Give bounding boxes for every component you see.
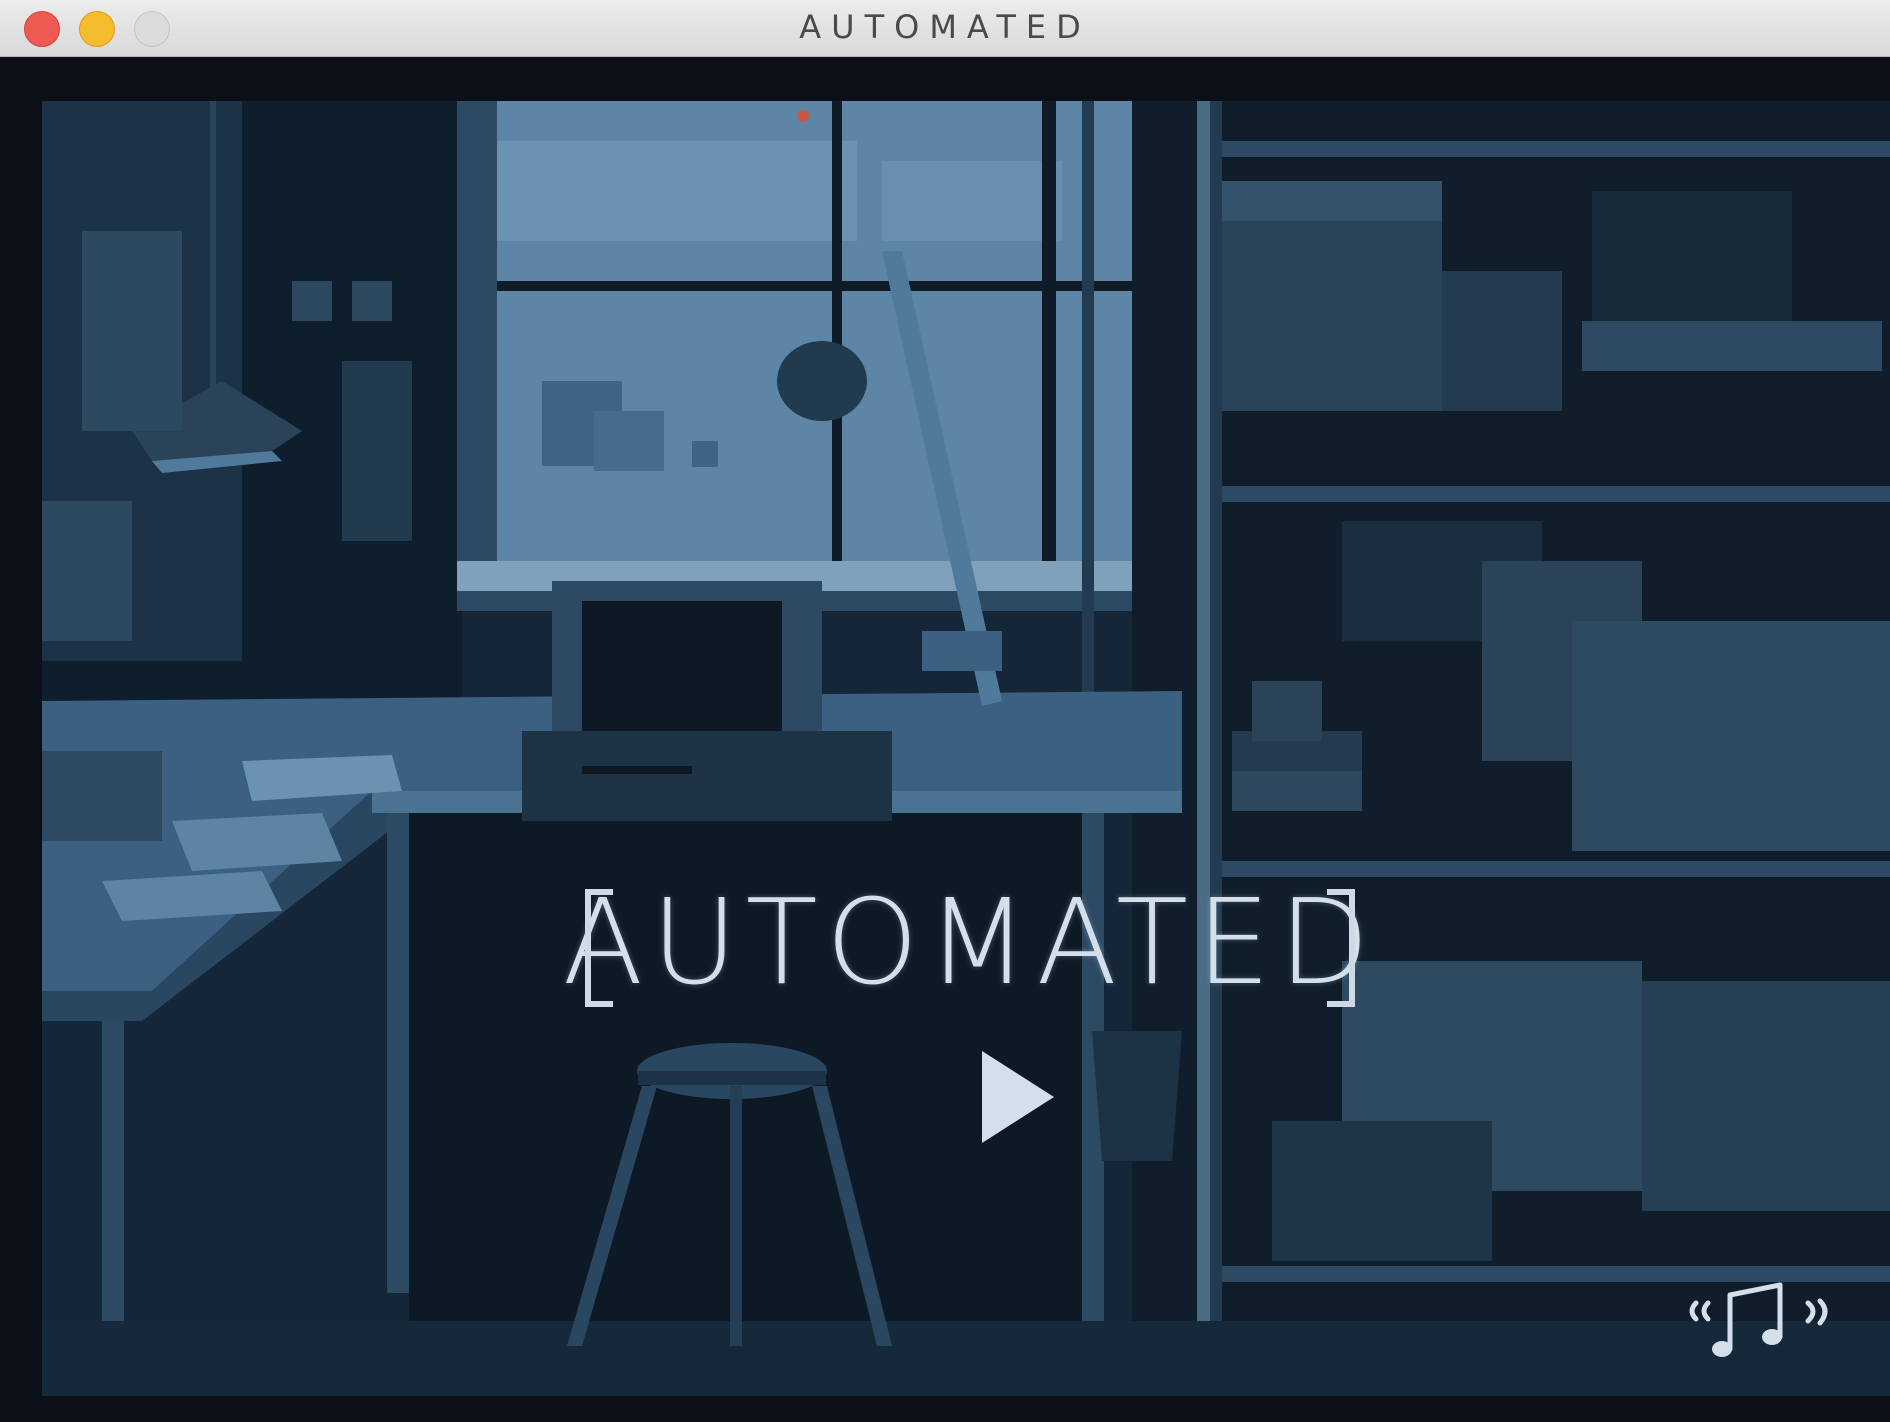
play-button[interactable] bbox=[978, 1045, 1058, 1149]
music-note-sound-icon bbox=[1689, 1282, 1828, 1357]
sound-toggle-button[interactable] bbox=[1680, 1275, 1840, 1363]
logo-bracket-left bbox=[585, 889, 613, 1007]
play-triangle-icon bbox=[982, 1051, 1054, 1143]
app-window: AUTOMATED AUTOMATED bbox=[0, 0, 1890, 1422]
logo-bracket-right bbox=[1327, 889, 1355, 1007]
window-title: AUTOMATED bbox=[799, 8, 1091, 46]
room-scene-illustration bbox=[42, 101, 1890, 1396]
game-canvas[interactable]: AUTOMATED bbox=[0, 57, 1890, 1422]
game-logo-text: AUTOMATED bbox=[562, 873, 1378, 1011]
title-bar: AUTOMATED bbox=[0, 0, 1890, 57]
game-logo: AUTOMATED bbox=[563, 877, 1369, 1007]
